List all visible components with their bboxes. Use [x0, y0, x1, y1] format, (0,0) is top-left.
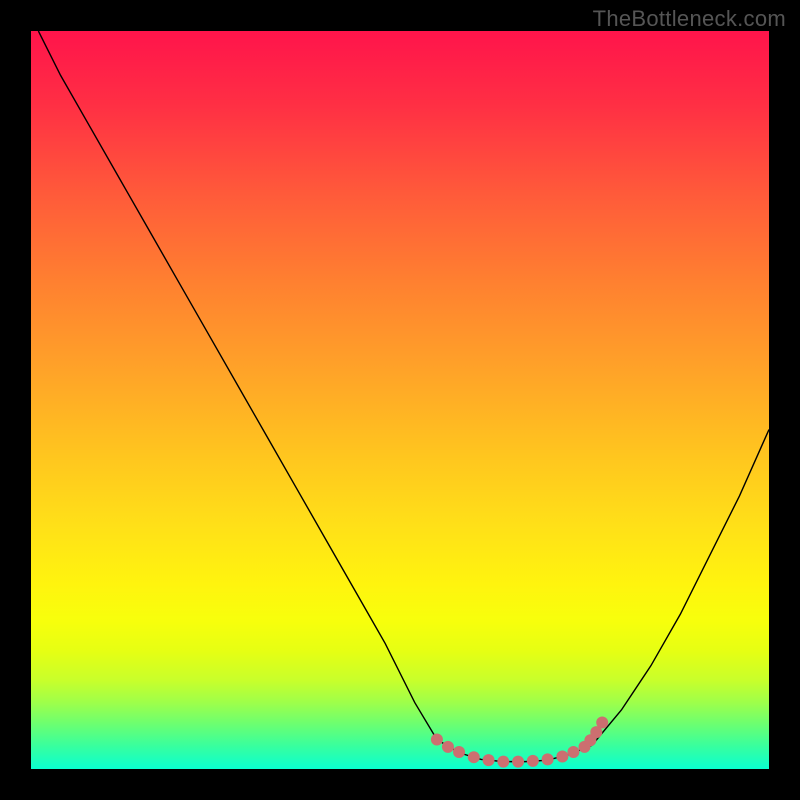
marker-dot	[556, 750, 568, 762]
marker-dot	[453, 746, 465, 758]
marker-dot	[431, 733, 443, 745]
curve-left-branch	[38, 31, 437, 739]
marker-dot	[512, 756, 524, 768]
marker-dot	[542, 753, 554, 765]
marker-dot	[596, 717, 608, 729]
curve-right-branch	[592, 430, 769, 746]
marker-dot	[468, 751, 480, 763]
plot-area	[31, 31, 769, 769]
marker-dot	[567, 746, 579, 758]
marker-dot	[442, 741, 454, 753]
marker-dot	[483, 754, 495, 766]
marker-dot	[527, 755, 539, 767]
marker-group	[431, 717, 608, 768]
chart-svg	[31, 31, 769, 769]
watermark-text: TheBottleneck.com	[593, 6, 786, 32]
chart-frame: TheBottleneck.com	[0, 0, 800, 800]
marker-dot	[497, 756, 509, 768]
